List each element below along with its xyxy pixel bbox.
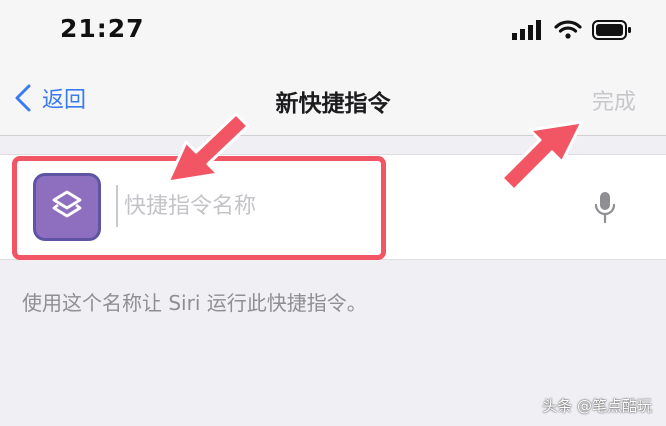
shortcut-name-row: [0, 154, 666, 260]
wifi-icon: [554, 20, 582, 39]
battery-icon: [592, 20, 631, 40]
shortcut-icon-button[interactable]: [33, 173, 101, 241]
shortcuts-icon: [52, 190, 82, 218]
status-icons: [512, 18, 632, 42]
hint-text: 使用这个名称让 Siri 运行此快捷指令。: [22, 291, 367, 315]
cellular-signal-icon: [512, 20, 541, 40]
status-time: 21:27: [60, 14, 145, 43]
page-title: 新快捷指令: [275, 91, 391, 117]
status-bar: 21:27: [0, 0, 666, 60]
shortcut-name-input[interactable]: [116, 185, 554, 227]
watermark: 头条 @笔点酷玩: [542, 397, 652, 415]
navigation-bar: 返回 新快捷指令 完成: [0, 60, 666, 136]
done-button[interactable]: 完成: [592, 84, 636, 116]
microphone-icon[interactable]: [592, 190, 618, 226]
